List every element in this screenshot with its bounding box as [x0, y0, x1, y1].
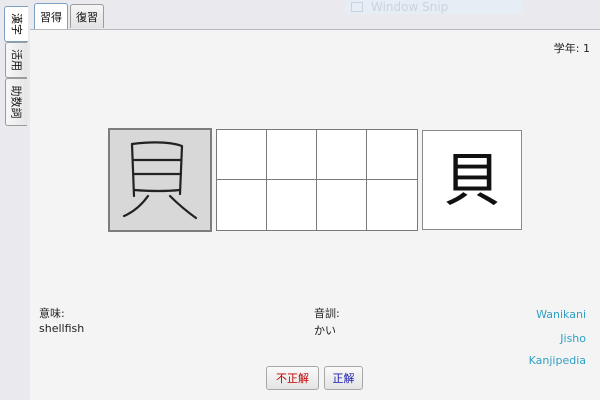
- grade-indicator: 学年: 1: [553, 42, 590, 55]
- grid-cell[interactable]: [217, 130, 267, 180]
- grid-cell[interactable]: [367, 180, 417, 230]
- reading-label: 音訓:: [314, 307, 340, 320]
- side-tab-kanji-label: 漢字: [9, 13, 23, 35]
- kanji-character: 貝: [442, 146, 501, 214]
- main-panel: 学年: 1 貝 意味: shellfish 音訓: かい Wanikani Ji…: [30, 30, 600, 400]
- side-tab-bar: 漢字 活用 助数詞: [0, 0, 31, 400]
- grid-cell[interactable]: [267, 180, 317, 230]
- side-tab-counters[interactable]: 助数詞: [5, 78, 27, 126]
- grid-cell[interactable]: [267, 130, 317, 180]
- kanji-answer-card: 貝: [422, 130, 522, 230]
- incorrect-button[interactable]: 不正解: [266, 366, 319, 390]
- link-jisho[interactable]: Jisho: [560, 332, 586, 345]
- snip-icon: [351, 2, 363, 12]
- side-tab-counters-label: 助数詞: [9, 85, 23, 119]
- practice-grid[interactable]: [216, 129, 418, 231]
- side-tab-kanji[interactable]: 漢字: [4, 6, 28, 42]
- window-snip-overlay: Window Snip: [345, 0, 523, 14]
- meaning-value: shellfish: [39, 322, 85, 335]
- grid-cell[interactable]: [217, 180, 267, 230]
- side-tab-conjugation[interactable]: 活用: [5, 42, 27, 78]
- meaning-label: 意味:: [39, 307, 65, 320]
- link-wanikani[interactable]: Wanikani: [536, 308, 586, 321]
- tab-learn[interactable]: 習得: [34, 3, 68, 29]
- correct-button[interactable]: 正解: [324, 366, 363, 390]
- window-snip-title: Window Snip: [371, 0, 449, 14]
- drawing-canvas[interactable]: [108, 128, 212, 232]
- grid-cell[interactable]: [317, 180, 367, 230]
- handwritten-stroke-icon: [122, 141, 198, 220]
- side-tab-conjugation-label: 活用: [9, 49, 23, 71]
- tab-review[interactable]: 復習: [70, 4, 104, 28]
- top-tab-bar: 習得 復習 Window Snip: [30, 0, 600, 30]
- link-kanjipedia[interactable]: Kanjipedia: [529, 354, 586, 367]
- reading-value: かい: [314, 324, 336, 337]
- grid-cell[interactable]: [317, 130, 367, 180]
- grid-cell[interactable]: [367, 130, 417, 180]
